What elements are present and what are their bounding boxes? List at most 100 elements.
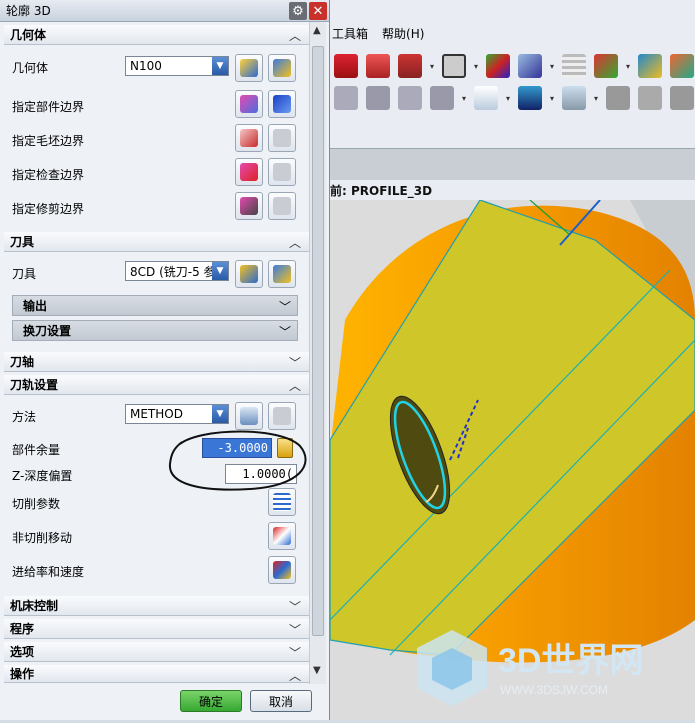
app-toolbar-area: 工具箱 帮助(H) ▾ ▾ ▾ ▾ ▾ ▾ ▾ ▾ (330, 0, 695, 200)
section-tool-axis[interactable]: 刀轴 ﹀ (4, 352, 309, 372)
subsection-tool-change[interactable]: 换刀设置 ﹀ (12, 320, 298, 341)
chevron-down-icon[interactable]: ﹀ (279, 298, 291, 315)
trim-boundary-button[interactable] (235, 192, 263, 220)
menu-bar: 工具箱 帮助(H) (330, 22, 695, 44)
tool-select-value: 8CD (铣刀-5 参 (130, 264, 216, 279)
section-view-icon[interactable] (366, 54, 390, 78)
new-geometry-button[interactable] (235, 54, 263, 82)
section-options-label: 选项 (10, 645, 35, 659)
chevron-down-icon[interactable]: ▾ (506, 94, 510, 103)
cam-output-icon[interactable] (670, 86, 695, 110)
section-options[interactable]: 选项 ﹀ (4, 642, 309, 662)
dialog-scrollbar[interactable]: ▲ ▼ (309, 22, 326, 684)
section-path-settings[interactable]: 刀轨设置 ︿ (4, 375, 309, 395)
display-check-boundary-button[interactable] (268, 158, 296, 186)
method-select[interactable]: METHOD ▼ (125, 404, 229, 424)
watermark-logo: 3D世界网 WWW.3DSJW.COM (412, 620, 695, 720)
chevron-up-icon[interactable]: ︿ (289, 234, 301, 251)
check-boundary-button[interactable] (235, 158, 263, 186)
gear-icon[interactable]: ⚙ (289, 2, 307, 20)
orient-view-icon[interactable] (486, 54, 511, 78)
chevron-down-icon[interactable]: ﹀ (279, 323, 291, 340)
scroll-up-icon[interactable]: ▲ (313, 25, 321, 36)
cut-params-label: 切削参数 (12, 497, 61, 511)
tool-select[interactable]: 8CD (铣刀-5 参 ▼ (125, 261, 229, 281)
display-blank-boundary-button[interactable] (268, 124, 296, 152)
wrench-icon (273, 59, 291, 77)
wcs-icon[interactable] (594, 54, 619, 78)
subsection-output[interactable]: 输出 ﹀ (12, 295, 298, 316)
feeds-speeds-label: 进给率和速度 (12, 565, 85, 579)
scroll-thumb[interactable] (312, 46, 324, 636)
display-part-boundary-button[interactable] (268, 90, 296, 118)
trim-boundary-icon (240, 197, 258, 215)
edit-tool-button[interactable] (268, 260, 296, 288)
chevron-down-icon[interactable]: ▾ (550, 62, 554, 71)
verify-path-icon[interactable] (430, 86, 454, 110)
method-label: 方法 (12, 410, 37, 424)
chevron-down-icon[interactable]: ﹀ (289, 644, 301, 661)
edit-geometry-button[interactable] (268, 54, 296, 82)
layer-settings-icon[interactable] (562, 54, 587, 78)
display-trim-boundary-button[interactable] (268, 192, 296, 220)
create-program-icon[interactable] (474, 86, 499, 110)
section-machine-control[interactable]: 机床控制 ﹀ (4, 596, 309, 616)
z-depth-offset-label: Z-深度偏置 (12, 469, 73, 483)
chevron-down-icon[interactable]: ▾ (430, 62, 434, 71)
chevron-down-icon[interactable]: ▾ (474, 62, 478, 71)
non-cut-moves-button[interactable] (268, 522, 296, 550)
ok-button[interactable]: 确定 (180, 690, 242, 712)
postprocess-icon[interactable] (606, 86, 631, 110)
section-actions-label: 操作 (10, 667, 35, 681)
check-boundary-label: 指定检查边界 (12, 168, 85, 182)
chevron-down-icon[interactable]: ﹀ (289, 598, 301, 615)
close-icon[interactable]: ✕ (309, 2, 327, 20)
measure-icon[interactable] (670, 54, 695, 78)
watermark-url: WWW.3DSJW.COM (500, 683, 608, 697)
subsection-tool-change-label: 换刀设置 (23, 324, 72, 338)
snap-icon[interactable] (638, 54, 663, 78)
shop-doc-icon[interactable] (638, 86, 663, 110)
part-boundary-icon (240, 95, 258, 113)
chevron-up-icon[interactable]: ︿ (289, 27, 301, 44)
part-boundary-button[interactable] (235, 90, 263, 118)
chevron-down-icon[interactable]: ▼ (212, 262, 228, 280)
section-tool-axis-label: 刀轴 (10, 355, 35, 369)
create-tool-icon[interactable] (518, 86, 543, 110)
operation-navigator-icon[interactable] (334, 86, 358, 110)
section-geometry[interactable]: 几何体 ︿ (4, 25, 309, 45)
geometry-select[interactable]: N100 ▼ (125, 56, 229, 76)
chevron-down-icon[interactable]: ﹀ (289, 621, 301, 638)
chevron-up-icon[interactable]: ︿ (289, 377, 301, 394)
section-program-label: 程序 (10, 622, 35, 636)
chevron-down-icon[interactable]: ▾ (626, 62, 630, 71)
feeds-speeds-button[interactable] (268, 556, 296, 584)
menu-help[interactable]: 帮助(H) (382, 25, 424, 42)
chevron-down-icon[interactable]: ﹀ (289, 354, 301, 371)
chevron-down-icon[interactable]: ▾ (550, 94, 554, 103)
chevron-down-icon[interactable]: ▼ (212, 405, 228, 423)
wireframe-view-icon[interactable] (398, 54, 422, 78)
rotate-view-icon[interactable] (518, 54, 543, 78)
new-geometry-icon (240, 59, 258, 77)
menu-toolbox[interactable]: 工具箱 (332, 25, 368, 42)
replay-path-icon[interactable] (398, 86, 422, 110)
section-program[interactable]: 程序 ﹀ (4, 619, 309, 639)
cut-params-button[interactable] (268, 488, 296, 516)
geometry-label: 几何体 (12, 61, 49, 75)
chevron-down-icon[interactable]: ▾ (462, 94, 466, 103)
trim-boundary-label: 指定修剪边界 (12, 202, 85, 216)
section-actions[interactable]: 操作 ︿ (4, 665, 309, 683)
cancel-button[interactable]: 取消 (250, 690, 312, 712)
chevron-down-icon[interactable]: ▾ (594, 94, 598, 103)
section-tool[interactable]: 刀具 ︿ (4, 232, 309, 252)
scroll-down-icon[interactable]: ▼ (313, 665, 321, 676)
generate-path-icon[interactable] (366, 86, 390, 110)
chevron-down-icon[interactable]: ▼ (212, 57, 228, 75)
background-color-icon[interactable] (442, 54, 467, 78)
solid-view-icon[interactable] (334, 54, 358, 78)
chevron-up-icon[interactable]: ︿ (289, 667, 301, 684)
create-method-icon[interactable] (562, 86, 587, 110)
blank-boundary-button[interactable] (235, 124, 263, 152)
new-tool-button[interactable] (235, 260, 263, 288)
